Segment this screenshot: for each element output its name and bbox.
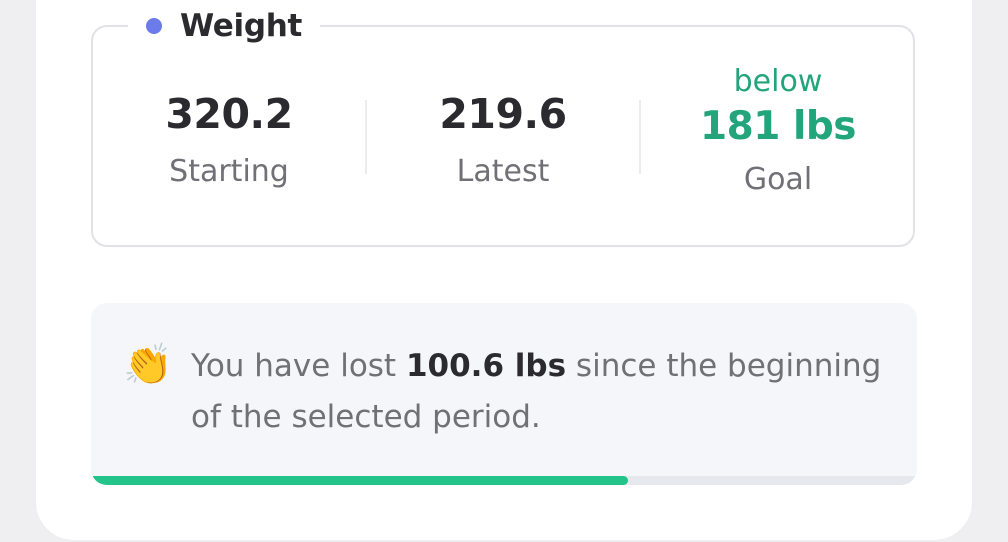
latest-weight-label: Latest — [456, 154, 550, 189]
progress-bar — [91, 476, 917, 485]
stat-divider — [639, 100, 641, 174]
starting-weight-stat: 320.2 Starting — [99, 88, 359, 192]
progress-bar-fill — [91, 476, 628, 485]
weight-section-header: Weight — [128, 6, 321, 46]
starting-weight-label: Starting — [169, 154, 289, 189]
stat-divider — [365, 100, 367, 174]
dot-indicator-icon — [146, 18, 162, 34]
weight-loss-summary: 👏 You have lost 100.6 lbs since the begi… — [91, 303, 917, 485]
goal-prefix: below — [733, 64, 823, 99]
starting-weight-value: 320.2 — [165, 90, 293, 138]
clapping-hands-icon: 👏 — [123, 342, 173, 388]
section-title: Weight — [180, 8, 303, 44]
latest-weight-value: 219.6 — [439, 90, 567, 138]
goal-weight-value: 181 lbs — [700, 104, 857, 149]
lost-weight-amount: 100.6 lbs — [405, 348, 567, 384]
goal-weight-label: Goal — [743, 162, 813, 197]
summary-text-before: You have lost — [191, 348, 406, 384]
goal-weight-stat: below 181 lbs Goal — [648, 62, 908, 200]
latest-weight-stat: 219.6 Latest — [373, 88, 633, 192]
summary-text: You have lost 100.6 lbs since the beginn… — [191, 341, 891, 443]
